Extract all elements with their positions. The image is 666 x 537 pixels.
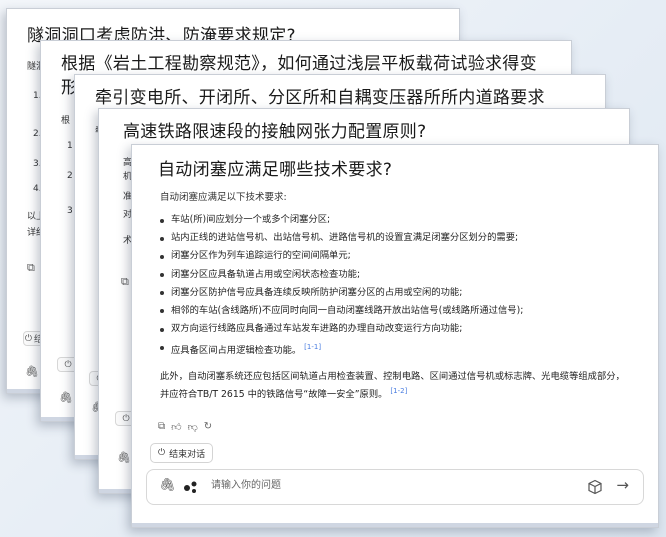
attach-icon[interactable]: 🖇	[159, 478, 176, 493]
citation-link[interactable]: [1-1]	[304, 343, 321, 351]
cube-icon[interactable]	[587, 479, 603, 495]
end-chat-label: 结束对话	[169, 449, 206, 460]
power-icon: ⏻	[24, 333, 33, 344]
copy-icon[interactable]: ⧉	[121, 275, 129, 289]
power-icon: ⏻	[122, 413, 130, 424]
chat-input-bar: 🖇 →	[146, 469, 644, 505]
refresh-icon[interactable]: ↻	[204, 421, 212, 433]
list-item: 闭塞分区作为列车追踪运行的空间间隔单元;	[158, 247, 523, 265]
answer-intro: 自动闭塞应满足以下技术要求:	[160, 192, 287, 203]
model-dots-icon[interactable]	[183, 479, 199, 495]
attach-icon[interactable]: 🖇	[117, 451, 131, 464]
question-title: 自动闭塞应满足哪些技术要求?	[158, 160, 393, 180]
attach-icon[interactable]: 🖇	[25, 365, 39, 378]
thumbs-down-icon[interactable]: 👎︎	[188, 421, 198, 433]
citation-link[interactable]: [1-2]	[390, 387, 407, 395]
list-item: 应具备区间占用逻辑检查功能。 [1-1]	[158, 338, 523, 356]
answer-fragment: 3	[67, 206, 73, 216]
end-chat-button[interactable]: ⏻ 结束对话	[150, 443, 214, 463]
answer-paragraph: 此外，自动闭塞系统还应包括区间轨道占用检查装置、控制电路、区间通过信号机或标志牌…	[160, 371, 625, 401]
power-icon: ⏻	[64, 359, 72, 370]
requirements-list: 车站(所)间应划分一个或多个闭塞分区; 站内正线的进站信号机、出站信号机、进路信…	[158, 211, 523, 357]
card-title: 高速铁路限速段的接触网张力配置原则?	[123, 122, 427, 142]
thumbs-up-icon[interactable]: 👍︎	[171, 421, 181, 433]
copy-icon[interactable]: ⧉	[158, 421, 165, 433]
chat-card-front: 自动闭塞应满足哪些技术要求? 自动闭塞应满足以下技术要求: 车站(所)间应划分一…	[131, 144, 659, 528]
power-icon: ⏻	[158, 448, 166, 458]
answer-fragment: 2	[67, 171, 73, 181]
send-arrow-icon[interactable]: →	[616, 476, 629, 494]
card-title: 牵引变电所、开闭所、分区所和自耦变压器所所内道路要求	[95, 88, 545, 108]
attach-icon[interactable]: 🖇	[59, 391, 73, 404]
list-item: 闭塞分区防护信号应具备连续反映所防护闭塞分区的占用或空闲的功能;	[158, 284, 523, 302]
list-item: 站内正线的进站信号机、出站信号机、进路信号机的设置宜满足闭塞分区划分的需要;	[158, 229, 523, 247]
message-actions: ⧉ 👍︎ 👎︎ ↻	[158, 421, 212, 433]
copy-icon[interactable]: ⧉	[27, 261, 35, 275]
list-item: 车站(所)间应划分一个或多个闭塞分区;	[158, 211, 523, 229]
question-input[interactable]	[209, 479, 513, 492]
list-item: 相邻的车站(含线路所)不应同时向同一自动闭塞线路开放出站信号(或线路所通过信号)…	[158, 302, 523, 320]
card-title: 根据《岩土工程勘察规范》，如何通过浅层平板载荷试验求得变	[61, 54, 537, 74]
list-item: 双方向运行线路应具备通过车站发车进路的办理自动改变运行方向功能;	[158, 320, 523, 338]
answer-fragment: 1	[67, 141, 73, 151]
list-item: 闭塞分区应具备轨道占用或空闲状态检查功能;	[158, 266, 523, 284]
answer-fragment: 根	[61, 116, 71, 126]
